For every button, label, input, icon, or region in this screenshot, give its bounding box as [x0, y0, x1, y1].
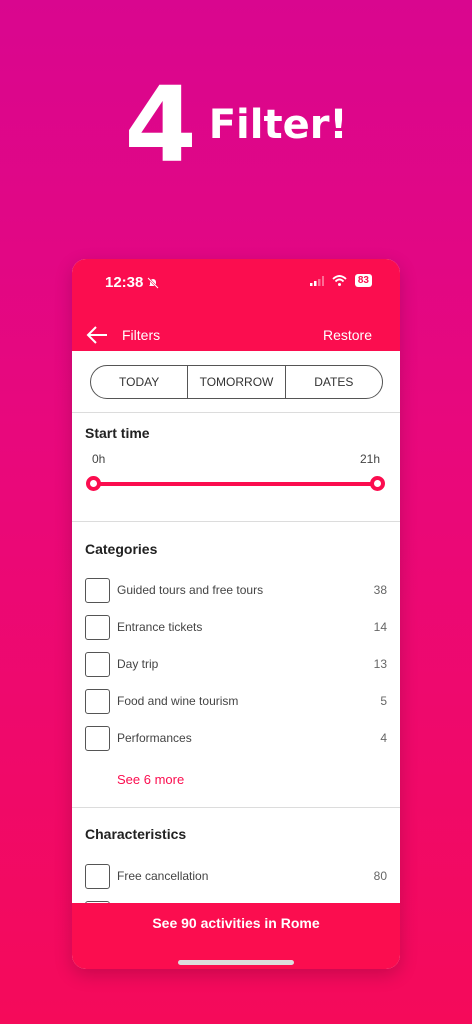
- checkbox[interactable]: [85, 863, 110, 889]
- phone-screen: 12:38 83 Filters Restore TODAY TOMORROW …: [72, 259, 400, 969]
- item-count: 13: [373, 657, 387, 671]
- categories-title: Categories: [85, 541, 158, 557]
- characteristics-title: Characteristics: [85, 826, 187, 842]
- item-label: Free cancellation: [117, 869, 209, 883]
- list-item[interactable]: Guided tours and free tours 38: [85, 577, 387, 603]
- restore-button[interactable]: Restore: [323, 327, 372, 343]
- see-more-link[interactable]: See 6 more: [117, 772, 184, 787]
- signal-icon: [309, 275, 324, 286]
- list-item[interactable]: Entrance tickets 14: [85, 614, 387, 640]
- item-label: Guided tours and free tours: [117, 583, 264, 597]
- battery-indicator: 83: [354, 274, 372, 287]
- list-item[interactable]: Food and wine tourism 5: [85, 688, 387, 714]
- bell-off-icon: [147, 276, 160, 289]
- page-title: Filters: [122, 327, 161, 343]
- item-count: 4: [380, 731, 387, 745]
- slider-start-handle[interactable]: [86, 476, 101, 491]
- checkbox[interactable]: [85, 614, 110, 640]
- item-label: Entrance tickets: [117, 620, 203, 634]
- item-count: 80: [373, 869, 387, 883]
- step-number: 4: [124, 64, 196, 186]
- slider-end-handle[interactable]: [370, 476, 385, 491]
- tab-today[interactable]: TODAY: [91, 366, 187, 398]
- tab-tomorrow[interactable]: TOMORROW: [187, 366, 284, 398]
- list-item[interactable]: Day trip 13: [85, 651, 387, 677]
- item-count: 14: [373, 620, 387, 634]
- wifi-icon: [332, 275, 347, 286]
- status-time: 12:38: [105, 274, 160, 291]
- checkbox[interactable]: [85, 688, 110, 714]
- item-label: Food and wine tourism: [117, 694, 239, 708]
- divider: [72, 807, 400, 808]
- list-item[interactable]: Free cancellation 80: [85, 863, 387, 889]
- checkbox[interactable]: [85, 725, 110, 751]
- item-label: Day trip: [117, 657, 159, 671]
- back-arrow-icon[interactable]: [86, 325, 108, 345]
- status-icons: 83: [309, 274, 372, 287]
- tab-dates[interactable]: DATES: [284, 366, 382, 398]
- clock: 12:38: [105, 274, 144, 291]
- time-slider-track[interactable]: [92, 482, 377, 486]
- range-min-label: 0h: [92, 452, 106, 466]
- item-count: 38: [373, 583, 387, 597]
- range-max-label: 21h: [359, 452, 380, 466]
- divider: [72, 412, 400, 413]
- checkbox[interactable]: [85, 577, 110, 603]
- start-time-title: Start time: [85, 425, 150, 441]
- list-item[interactable]: Performances 4: [85, 725, 387, 751]
- app-bar: 12:38 83 Filters Restore: [72, 259, 400, 351]
- divider: [72, 521, 400, 522]
- headline-text: Filter!: [208, 102, 348, 148]
- promo-headline: 4 Filter!: [0, 73, 472, 177]
- home-indicator: [178, 960, 294, 965]
- checkbox[interactable]: [85, 651, 110, 677]
- date-tabs: TODAY TOMORROW DATES: [90, 365, 383, 399]
- nav-row: Filters Restore: [72, 321, 400, 349]
- item-label: Performances: [117, 731, 192, 745]
- item-count: 5: [380, 694, 387, 708]
